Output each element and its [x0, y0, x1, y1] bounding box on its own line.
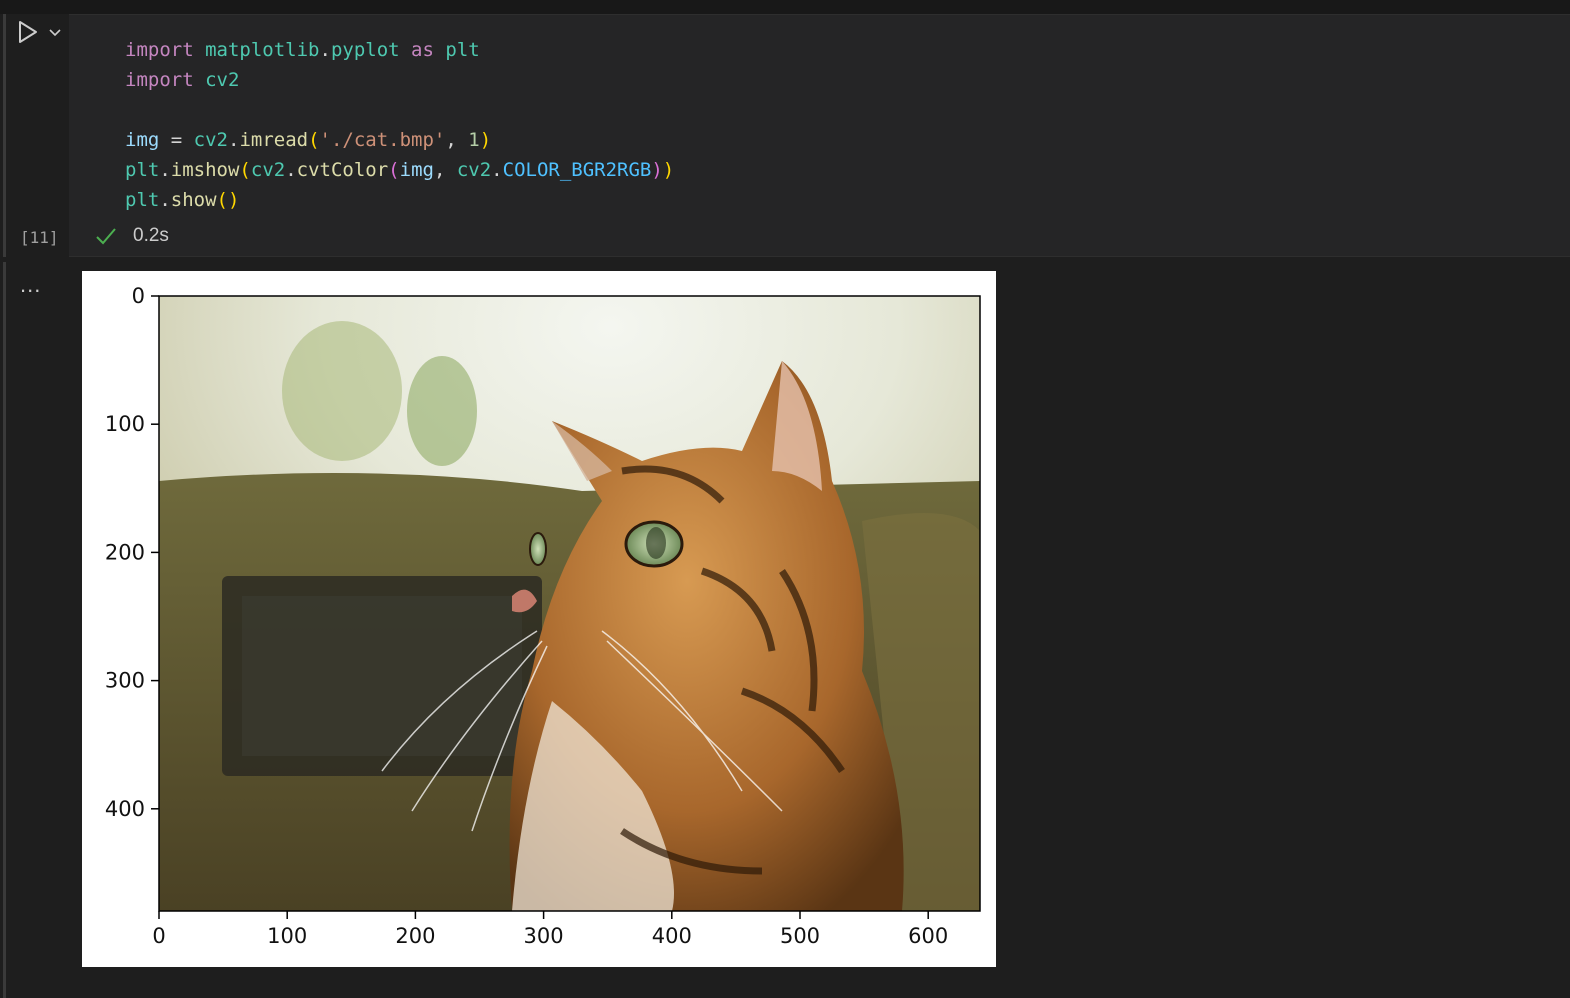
x-tick-label: 500: [780, 924, 820, 948]
y-tick-label: 0: [132, 284, 145, 308]
cat-photo: [159, 296, 980, 911]
execution-status: 0.2s: [95, 225, 169, 247]
output-more-actions-button[interactable]: ...: [20, 272, 41, 298]
code-line-5: plt.imshow(cv2.cvtColor(img, cv2.COLOR_B…: [125, 159, 675, 181]
code-line-1: import matplotlib.pyplot as plt: [125, 39, 480, 61]
code-line-6: plt.show(): [125, 189, 240, 211]
check-icon: [96, 228, 116, 245]
run-options-dropdown[interactable]: [46, 22, 64, 42]
x-axis: 0 100 200 300 400 500 600: [152, 911, 948, 948]
x-tick-label: 300: [524, 924, 564, 948]
x-tick-label: 600: [908, 924, 948, 948]
chevron-down-icon: [49, 29, 61, 37]
x-tick-label: 100: [267, 924, 307, 948]
y-tick-label: 300: [105, 669, 145, 693]
x-tick-label: 0: [152, 924, 165, 948]
execution-count: [11]: [20, 228, 59, 247]
matplotlib-figure-output: 0 100 200 300 400 0 100 200 300 400 500 600: [82, 271, 996, 967]
x-tick-label: 400: [652, 924, 692, 948]
top-strip: [0, 0, 1570, 14]
code-editor-text[interactable]: import matplotlib.pyplot as plt import c…: [125, 35, 674, 215]
code-line-2: import cv2: [125, 69, 240, 91]
y-axis: 0 100 200 300 400: [105, 284, 159, 821]
y-tick-label: 400: [105, 797, 145, 821]
y-tick-label: 100: [105, 412, 145, 436]
play-icon: [19, 21, 37, 43]
code-line-4: img = cv2.imread('./cat.bmp', 1): [125, 129, 492, 151]
run-cell-button[interactable]: [14, 18, 42, 46]
output-focus-bar: [3, 262, 6, 998]
execution-time: 0.2s: [133, 225, 169, 246]
plot-canvas: 0 100 200 300 400 0 100 200 300 400 500 600: [105, 284, 981, 948]
x-tick-label: 200: [395, 924, 435, 948]
y-tick-label: 200: [105, 540, 145, 564]
code-cell-editor[interactable]: import matplotlib.pyplot as plt import c…: [69, 14, 1570, 257]
cell-focus-bar: [3, 14, 6, 257]
